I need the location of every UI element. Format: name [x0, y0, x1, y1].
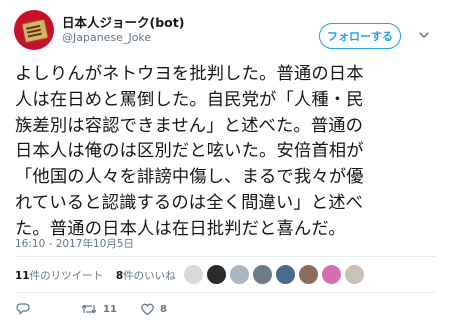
tweet-timestamp[interactable]: 16:10 - 2017年10月5日 [15, 236, 134, 251]
retweet-icon [81, 304, 97, 314]
heart-icon [141, 303, 154, 316]
liker-avatar[interactable] [275, 264, 296, 285]
tweet-text: よしりんがネトウヨを批判した。普通の日本 人は在日めと罵倒した。自民党が「人種・… [15, 62, 440, 243]
tweet-line: 「他国の人々を誹謗中傷し、まるで我々が優 [15, 167, 364, 188]
hanafuda-card-icon [21, 18, 49, 44]
liker-avatar[interactable] [252, 264, 273, 285]
tweet-line: よしりんがネトウヨを批判した。普通の日本 [15, 64, 364, 84]
tweet-line: 日本人は俺のは区別だと呟いた。安倍首相が [15, 141, 364, 162]
avatar[interactable] [14, 10, 54, 50]
tweet-line: れていると認識するのは全く間違い」と述べ [15, 192, 364, 213]
retweet-stat-count: 11 [15, 270, 30, 282]
liker-avatar[interactable] [229, 264, 250, 285]
retweet-stat[interactable]: 11件のリツイート [15, 270, 103, 282]
retweet-stat-label: 件のリツイート [29, 270, 104, 282]
divider [15, 292, 436, 293]
tweet-header: 日本人ジョーク(bot) @Japanese_Joke フォローする [0, 0, 450, 58]
like-stat-label: 件のいいね [123, 270, 176, 282]
like-button[interactable]: 8 [140, 299, 167, 319]
tweet-line: 人は在日めと罵倒した。自民党が「人種・民 [15, 89, 364, 110]
liker-avatar[interactable] [206, 264, 227, 285]
tweet-actions: 11 8 [15, 299, 215, 319]
divider [15, 256, 436, 257]
display-name[interactable]: 日本人ジョーク(bot) [62, 12, 184, 31]
chevron-down-icon[interactable] [418, 29, 430, 41]
user-handle[interactable]: @Japanese_Joke [62, 31, 151, 44]
tweet-stats: 11件のリツイート 8件のいいね [15, 268, 176, 283]
liker-avatar[interactable] [321, 264, 342, 285]
reply-button[interactable] [15, 299, 31, 319]
retweet-count: 11 [103, 303, 117, 315]
reply-icon [16, 303, 30, 315]
like-stat[interactable]: 8件のいいね [116, 270, 176, 282]
liker-avatar[interactable] [344, 264, 365, 285]
liker-avatar[interactable] [183, 264, 204, 285]
retweet-button[interactable]: 11 [80, 299, 117, 319]
follow-button[interactable]: フォローする [319, 23, 401, 49]
like-count: 8 [160, 303, 167, 315]
tweet-line: 族差別は容認できません」と述べた。普通の [15, 115, 364, 136]
liker-avatar[interactable] [298, 264, 319, 285]
